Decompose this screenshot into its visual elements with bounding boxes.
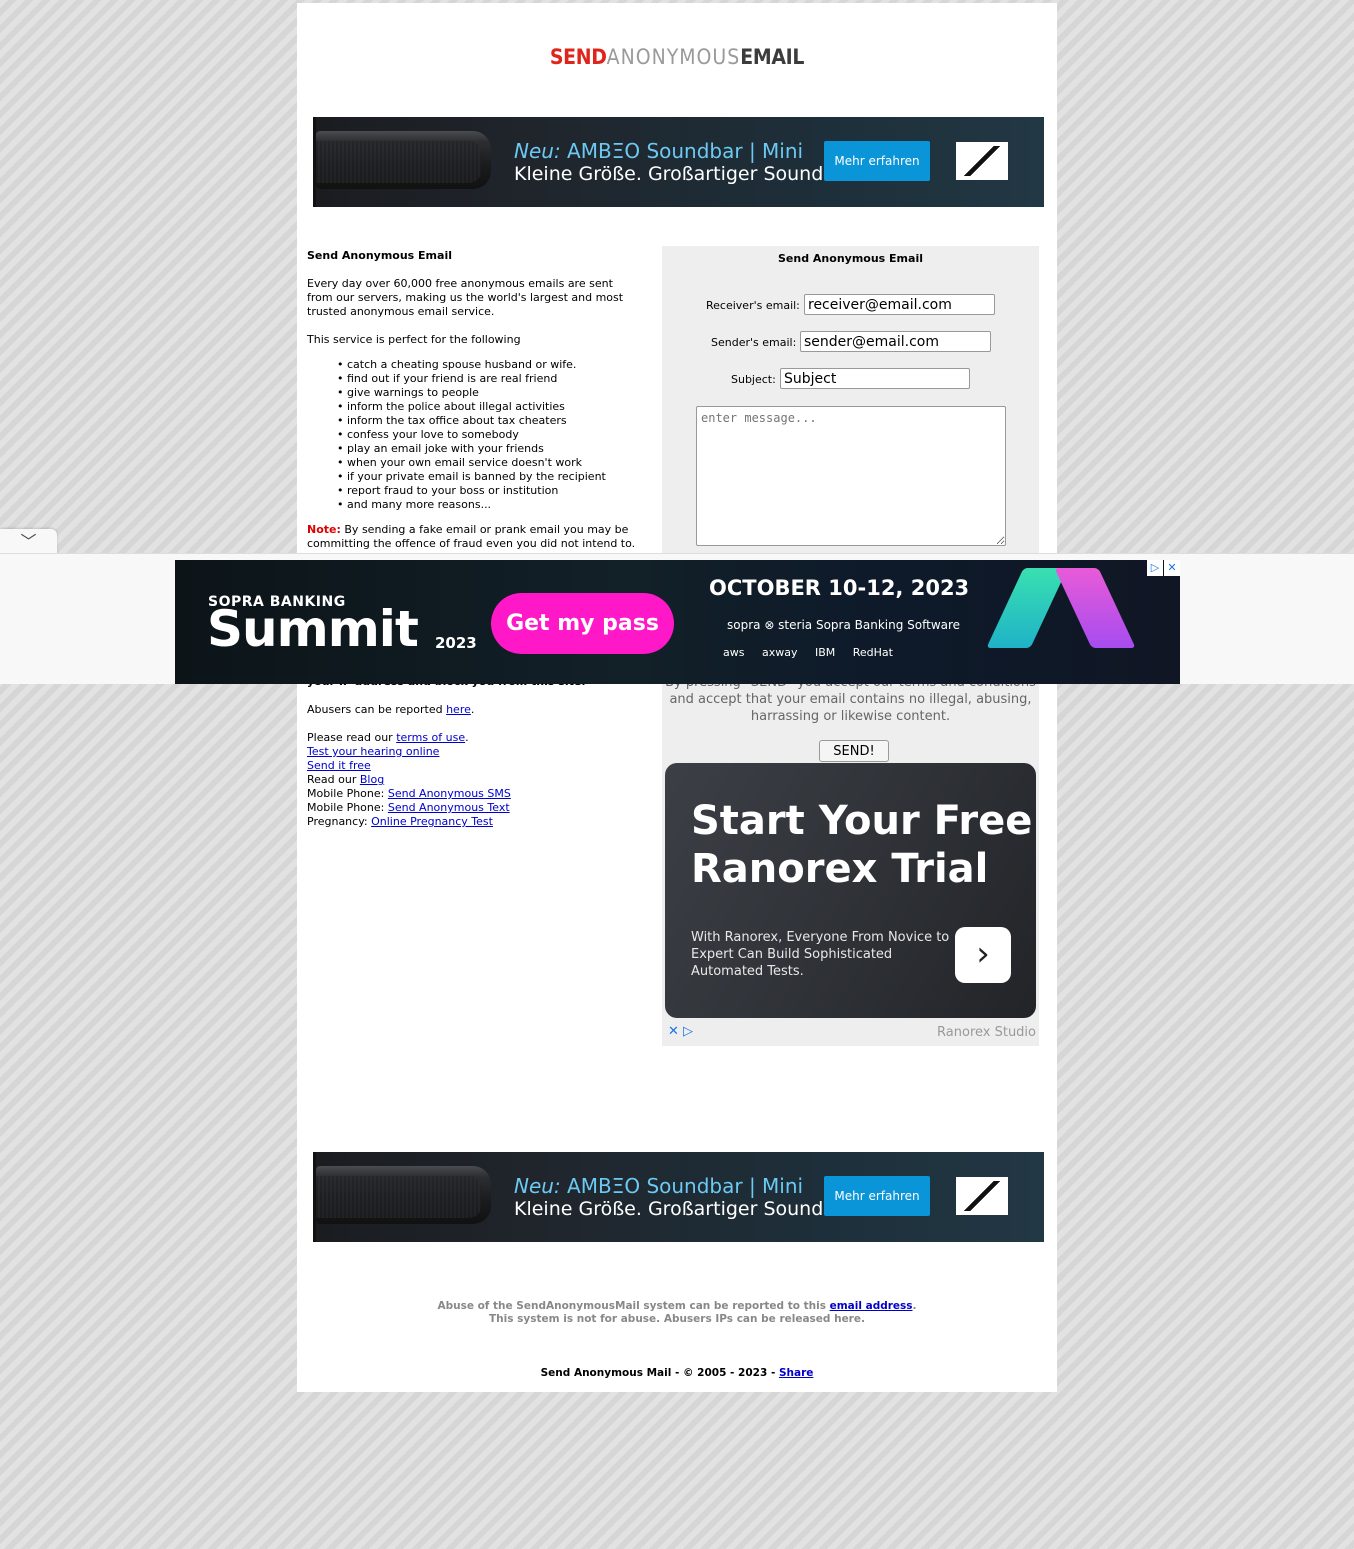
ranorex-ad-subtitle: With Ranorex, Everyone From Novice to Ex… [691,930,950,979]
receiver-label: Receiver's email: [706,299,800,312]
abuse-notice: Abuse of the SendAnonymousMail system ca… [297,1300,1057,1326]
abuse-notice-line2: This system is not for abuse. Abusers IP… [489,1313,865,1325]
summit-dates: OCTOBER 10-12, 2023 [709,576,970,600]
hearing-test-link[interactable]: Test your hearing online [307,745,439,758]
send-button[interactable]: SEND! [819,740,889,762]
receiver-email-input[interactable] [804,294,995,315]
ad-info-icon[interactable]: ▷ [1147,560,1163,576]
info-heading: Send Anonymous Email [307,249,452,262]
abuse-email-link[interactable]: email address [830,1300,913,1312]
anonymous-text-link[interactable]: Send Anonymous Text [388,801,510,814]
banner-subline: Kleine Größe. Großartiger Sound. [514,1198,830,1220]
sopra-summit-ad[interactable]: SOPRA BANKING Summit 2023 Get my pass OC… [175,560,1180,684]
uses-list: catch a cheating spouse husband or wife.… [307,358,647,512]
logo-send: SEND [549,45,607,69]
list-item: if your private email is banned by the r… [337,470,647,484]
report-abuse-link[interactable]: here [446,703,471,716]
list-item: and many more reasons... [337,498,647,512]
ranorex-ad[interactable]: Start Your Free Ranorex Trial With Ranor… [665,763,1036,1018]
banner-headline: Neu: AMBΞO Soundbar | Mini [514,139,804,163]
share-link[interactable]: Share [779,1367,813,1379]
pregnancy-line: Pregnancy: Online Pregnancy Test [307,815,493,828]
perfect-for-text: This service is perfect for the followin… [307,333,521,346]
sender-label: Sender's email: [711,336,797,349]
ranorex-ad-title: Start Your Free Ranorex Trial [691,798,1033,892]
send-it-free-link[interactable]: Send it free [307,759,371,772]
logo-email: EMAIL [740,45,805,69]
text-line: Mobile Phone: Send Anonymous Text [307,801,510,814]
sms-line: Mobile Phone: Send Anonymous SMS [307,787,511,800]
page-container: SENDANONYMOUSEMAIL Neu: AMBΞO Soundbar |… [297,3,1057,1392]
banner-headline: Neu: AMBΞO Soundbar | Mini [514,1174,804,1198]
anchor-ad-overlay: SOPRA BANKING Summit 2023 Get my pass OC… [0,553,1354,684]
message-textarea[interactable] [696,406,1006,546]
soundbar-image [316,131,491,189]
chevron-down-icon: ﹀ [20,532,37,551]
copyright: Send Anonymous Mail - © 2005 - 2023 - Sh… [540,1367,814,1379]
ad-choices-icon[interactable]: ✕ ▷ [668,1024,693,1039]
pregnancy-test-link[interactable]: Online Pregnancy Test [371,815,493,828]
list-item: catch a cheating spouse husband or wife. [337,358,647,372]
sennheiser-logo-icon [956,1177,1008,1215]
subject-label: Subject: [731,373,776,386]
banner-subline: Kleine Größe. Großartiger Sound. [514,163,830,185]
get-pass-button[interactable]: Get my pass [491,593,674,654]
collapse-ad-tab[interactable]: ﹀ [0,529,57,554]
list-item: play an email joke with your friends [337,442,647,456]
blog-link[interactable]: Blog [360,773,384,786]
sender-email-input[interactable] [800,331,991,352]
ad-controls: ▷ ✕ [1146,560,1180,576]
anonymous-sms-link[interactable]: Send Anonymous SMS [388,787,511,800]
site-logo[interactable]: SENDANONYMOUSEMAIL [297,45,1057,69]
banner-cta-button[interactable]: Mehr erfahren [824,141,930,181]
summit-title: Summit [207,600,419,658]
list-item: inform the tax office about tax cheaters [337,414,647,428]
partner-logos-row2: aws axway IBM RedHat [723,646,893,659]
list-item: confess your love to somebody [337,428,647,442]
links-section: Abusers can be reported here. Please rea… [307,703,647,829]
partner-logos-row1: sopra ⊗ steria Sopra Banking Software [727,618,961,632]
soundbar-image [316,1166,491,1224]
banner-cta-button[interactable]: Mehr erfahren [824,1176,930,1216]
terms-line: Please read our terms of use. [307,731,469,744]
list-item: report fraud to your boss or institution [337,484,647,498]
intro-text: Every day over 60,000 free anonymous ema… [307,277,624,318]
sennheiser-logo-icon [956,142,1008,180]
abusers-line: Abusers can be reported here. [307,703,475,716]
summit-logo-mark [995,562,1155,682]
info-column: Send Anonymous Email Every day over 60,0… [307,247,647,565]
bottom-banner-ad[interactable]: Neu: AMBΞO Soundbar | Mini Kleine Größe.… [313,1152,1044,1242]
close-icon[interactable]: ✕ [1164,560,1180,576]
list-item: find out if your friend is are real frie… [337,372,647,386]
logo-anonymous: ANONYMOUS [606,45,741,69]
subject-input[interactable] [780,368,970,389]
list-item: when your own email service doesn't work [337,456,647,470]
list-item: inform the police about illegal activiti… [337,400,647,414]
chevron-right-icon[interactable]: › [955,927,1011,983]
form-title: Send Anonymous Email [778,252,923,265]
blog-line: Read our Blog [307,773,385,786]
summit-year: 2023 [435,634,477,652]
ranorex-ad-source[interactable]: Ranorex Studio [937,1025,1036,1040]
list-item: give warnings to people [337,386,647,400]
top-banner-ad[interactable]: Neu: AMBΞO Soundbar | Mini Kleine Größe.… [313,117,1044,207]
terms-of-use-link[interactable]: terms of use [396,731,465,744]
